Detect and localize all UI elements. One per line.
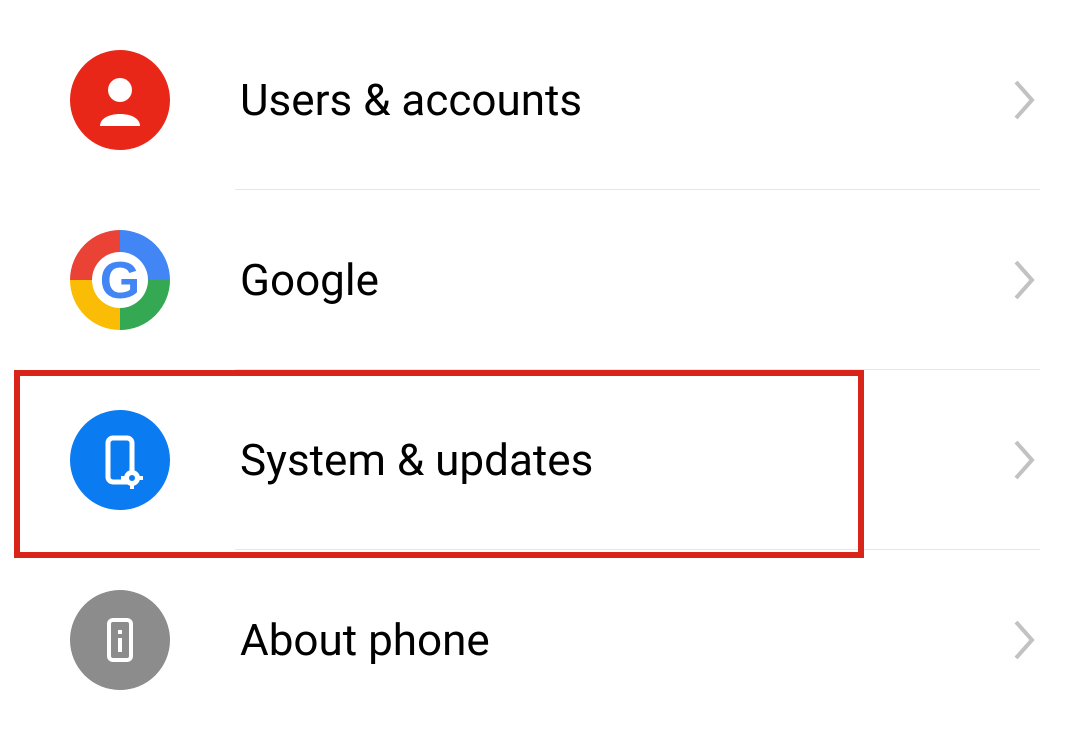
svg-text:G: G xyxy=(100,252,140,310)
settings-row-label: Google xyxy=(240,254,1010,306)
settings-row-users-accounts[interactable]: Users & accounts xyxy=(0,10,1080,190)
settings-list: Users & accounts G Google xyxy=(0,0,1080,730)
phone-gear-icon xyxy=(70,410,170,510)
phone-info-icon xyxy=(70,590,170,690)
chevron-right-icon xyxy=(1010,435,1040,485)
settings-row-label: Users & accounts xyxy=(240,74,1010,126)
settings-row-google[interactable]: G Google xyxy=(0,190,1080,370)
settings-row-about-phone[interactable]: About phone xyxy=(0,550,1080,730)
chevron-right-icon xyxy=(1010,75,1040,125)
chevron-right-icon xyxy=(1010,615,1040,665)
settings-row-label: About phone xyxy=(240,614,1010,666)
chevron-right-icon xyxy=(1010,255,1040,305)
user-icon xyxy=(70,50,170,150)
settings-row-system-updates[interactable]: System & updates xyxy=(0,370,1080,550)
settings-row-label: System & updates xyxy=(240,434,1010,486)
google-icon: G xyxy=(70,230,170,330)
